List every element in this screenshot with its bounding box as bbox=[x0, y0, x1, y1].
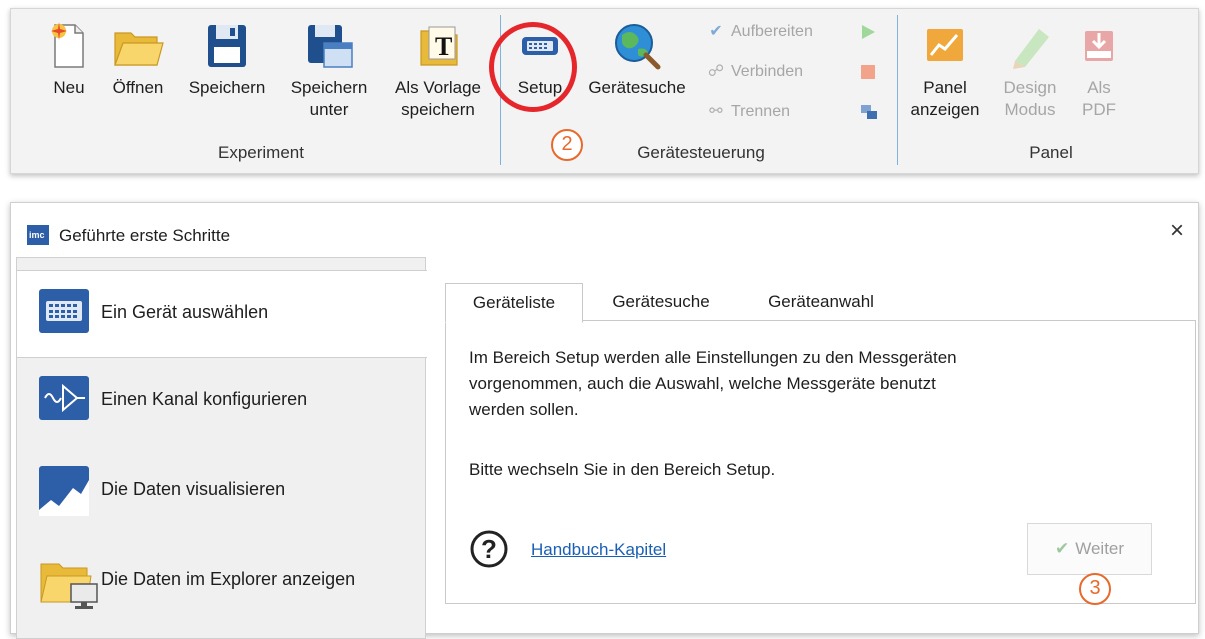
pdf-export-button[interactable]: Als PDF bbox=[1077, 21, 1121, 121]
design-mode-button[interactable]: Design Modus bbox=[995, 21, 1065, 121]
group-label-panel: Panel bbox=[1029, 143, 1073, 162]
nav-label: Einen Kanal konfigurieren bbox=[101, 389, 308, 409]
nav-label: Die Daten visualisieren bbox=[101, 479, 286, 499]
template-label-line2: speichern bbox=[401, 100, 475, 119]
link-icon: ☍ bbox=[707, 63, 725, 80]
new-label: Neu bbox=[53, 78, 85, 97]
highlight-circle bbox=[489, 22, 577, 112]
sync-device-icon[interactable] bbox=[859, 103, 879, 121]
nav-item-configure-channel[interactable]: Einen Kanal konfigurieren bbox=[17, 358, 425, 444]
dialog-title: Geführte erste Schritte bbox=[59, 226, 231, 245]
svg-text:?: ? bbox=[481, 534, 497, 564]
nav-label: Ein Gerät auswählen bbox=[101, 302, 269, 322]
pdf-label-line1: Als bbox=[1087, 78, 1111, 97]
tab-device-search[interactable]: Gerätesuche bbox=[595, 283, 727, 321]
open-button[interactable]: Öffnen bbox=[103, 21, 173, 99]
step-badge-3: 3 bbox=[1079, 573, 1111, 605]
nav-item-visualize-data[interactable]: Die Daten visualisieren bbox=[17, 448, 425, 534]
save-as-label-line1: Speichern bbox=[290, 78, 368, 97]
guided-steps-dialog: imc Geführte erste Schritte × Ein Gerät … bbox=[10, 202, 1199, 639]
group-label-device-control: Gerätesteuerung bbox=[637, 143, 765, 162]
svg-text:imc: imc bbox=[29, 230, 45, 240]
save-as-template-button[interactable]: T Als Vorlage speichern bbox=[383, 21, 493, 121]
save-label: Speichern bbox=[188, 78, 266, 97]
check-icon: ✔ bbox=[709, 23, 723, 40]
globe-search-icon bbox=[615, 24, 661, 70]
device-search-label: Gerätesuche bbox=[588, 78, 686, 97]
nav-item-select-device[interactable]: Ein Gerät auswählen bbox=[16, 270, 427, 358]
connect-button[interactable]: ☍ Verbinden bbox=[705, 61, 803, 81]
panel-show-button[interactable]: Panel anzeigen bbox=[905, 21, 985, 121]
nav-item-explorer[interactable]: Die Daten im Explorer anzeigen bbox=[17, 538, 425, 624]
save-as-label-line2: unter bbox=[309, 100, 349, 119]
device-search-button[interactable]: Gerätesuche bbox=[581, 21, 693, 99]
design-label-line1: Design bbox=[1003, 78, 1057, 97]
next-label: Weiter bbox=[1075, 539, 1125, 558]
ribbon-toolbar: Neu Öffnen Speichern Speichern unter T A… bbox=[10, 8, 1199, 174]
device-icon bbox=[39, 289, 89, 333]
steps-navigation: Ein Gerät auswählen Einen Kanal konfigur… bbox=[16, 257, 427, 639]
panel-show-label-line1: Panel bbox=[923, 78, 967, 97]
template-icon: T bbox=[420, 26, 458, 66]
prepare-label: Aufbereiten bbox=[731, 23, 813, 40]
play-icon[interactable] bbox=[859, 23, 877, 41]
save-button[interactable]: Speichern bbox=[181, 21, 273, 99]
help-icon[interactable]: ? bbox=[469, 529, 509, 569]
tab-device-list[interactable]: Geräteliste bbox=[445, 283, 583, 323]
pdf-label-line2: PDF bbox=[1082, 100, 1116, 119]
next-button[interactable]: ✔ Weiter bbox=[1027, 523, 1152, 575]
info-text-line4: Bitte wechseln Sie in den Bereich Setup. bbox=[469, 460, 776, 479]
info-text-line2: vorgenommen, auch die Auswahl, welche Me… bbox=[469, 374, 936, 393]
stop-icon[interactable] bbox=[859, 63, 877, 81]
panel-show-label-line2: anzeigen bbox=[910, 100, 980, 119]
panel-chart-icon bbox=[927, 29, 963, 61]
disconnect-label: Trennen bbox=[731, 103, 790, 120]
save-as-button[interactable]: Speichern unter bbox=[283, 21, 375, 121]
unlink-icon: ⚯ bbox=[709, 103, 723, 120]
connect-label: Verbinden bbox=[731, 63, 804, 80]
group-separator bbox=[897, 15, 898, 165]
imc-app-icon: imc bbox=[27, 225, 49, 245]
pencil-icon bbox=[1013, 29, 1049, 69]
manual-chapter-link[interactable]: Handbuch-Kapitel bbox=[531, 540, 666, 560]
nav-label: Die Daten im Explorer anzeigen bbox=[101, 569, 356, 589]
new-document-icon bbox=[51, 22, 84, 68]
folder-icon bbox=[114, 32, 164, 66]
svg-text:T: T bbox=[435, 32, 452, 61]
chart-icon bbox=[39, 466, 89, 516]
new-button[interactable]: Neu bbox=[45, 21, 93, 99]
group-label-experiment: Experiment bbox=[218, 143, 304, 162]
tab-device-selection[interactable]: Geräteanwahl bbox=[741, 283, 901, 321]
check-icon: ✔ bbox=[1054, 539, 1070, 558]
template-label-line1: Als Vorlage bbox=[395, 78, 481, 97]
save-icon bbox=[208, 25, 246, 67]
open-label: Öffnen bbox=[112, 78, 164, 97]
folder-monitor-icon bbox=[40, 563, 98, 609]
channel-icon bbox=[39, 376, 89, 420]
pdf-icon bbox=[1085, 31, 1113, 61]
disconnect-button[interactable]: ⚯ Trennen bbox=[705, 101, 790, 121]
info-text-line3: werden sollen. bbox=[469, 400, 579, 419]
step-badge-2: 2 bbox=[551, 129, 583, 161]
prepare-button[interactable]: ✔ Aufbereiten bbox=[705, 21, 813, 41]
design-label-line2: Modus bbox=[1004, 100, 1056, 119]
info-text-line1: Im Bereich Setup werden alle Einstellung… bbox=[469, 348, 957, 367]
save-as-icon bbox=[308, 25, 353, 68]
close-icon[interactable]: × bbox=[1170, 217, 1184, 245]
